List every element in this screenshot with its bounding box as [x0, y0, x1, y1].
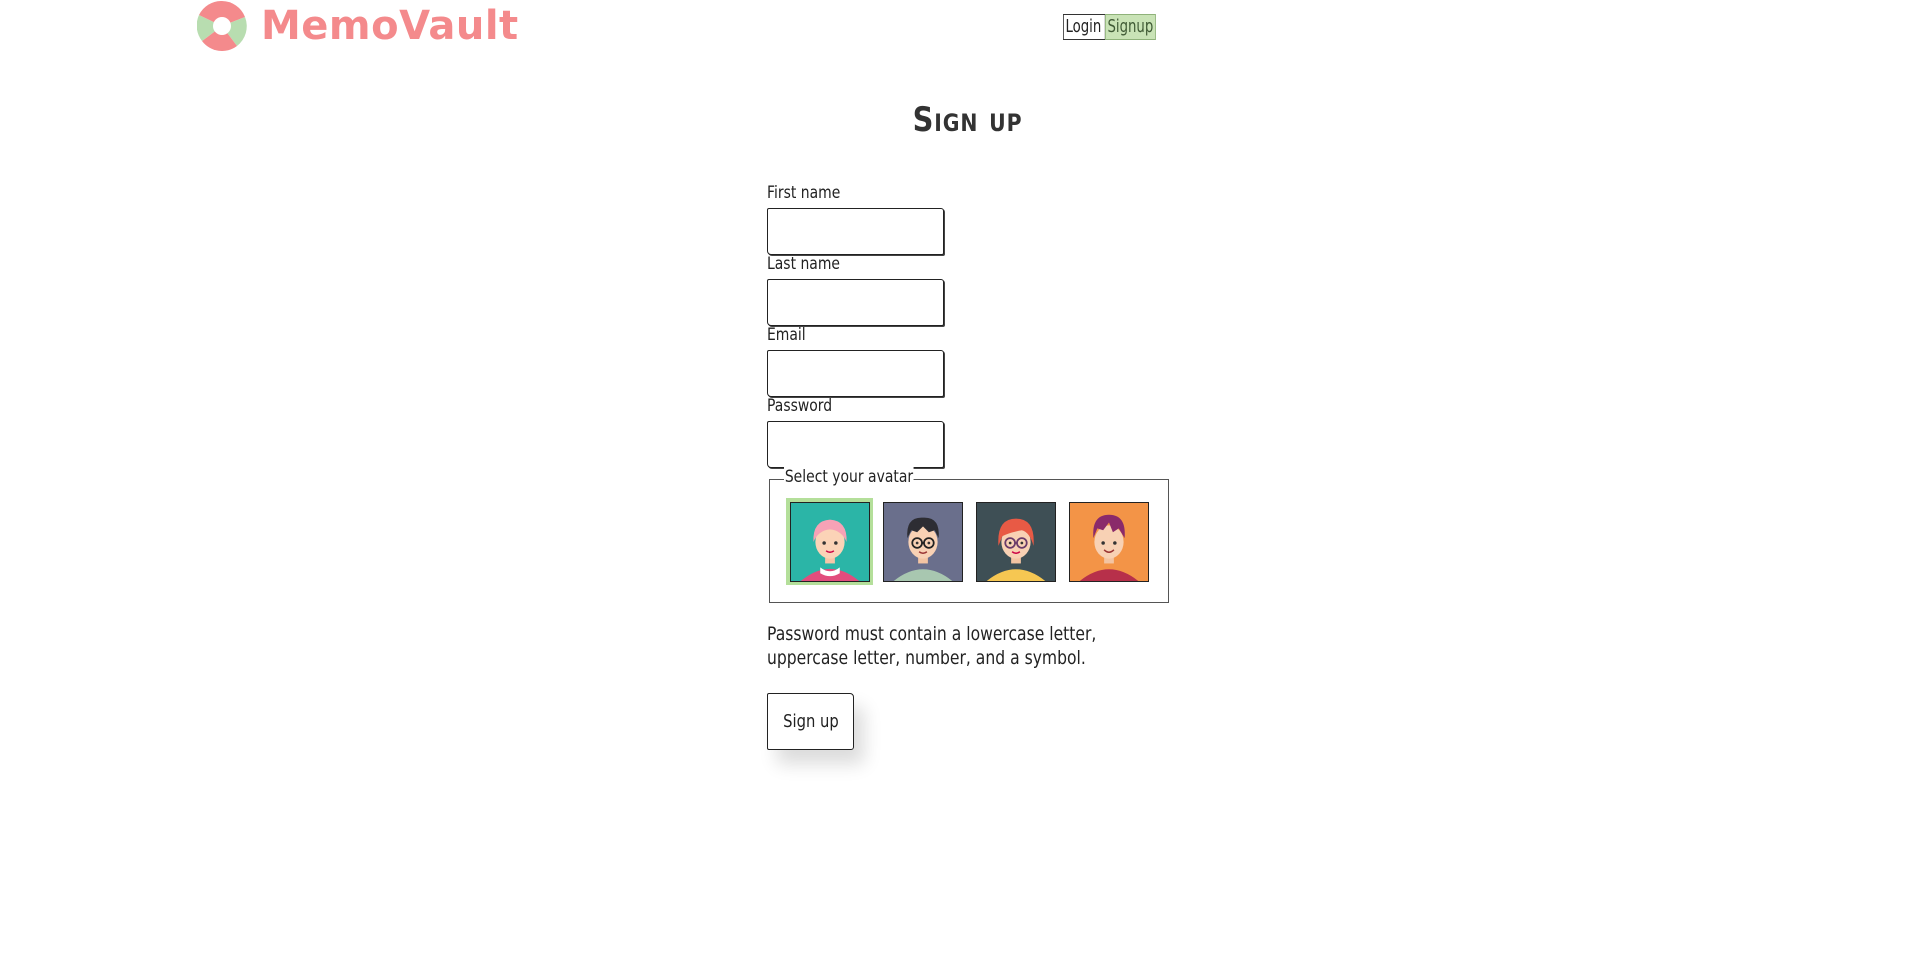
avatar-purple-hair-boy-icon: [1068, 501, 1149, 582]
password-label: Password: [767, 396, 833, 416]
page-title: Sign up: [912, 100, 1023, 140]
auth-nav: Login Signup: [1063, 14, 1167, 40]
avatar-pink-hair-girl-icon: [789, 501, 870, 582]
email-field: Email: [767, 324, 1177, 397]
avatar-options: [786, 498, 1152, 585]
memovault-logo-icon: [197, 1, 247, 51]
login-link[interactable]: Login: [1063, 14, 1106, 40]
last-name-field: Last name: [767, 253, 1177, 326]
password-field: Password: [767, 395, 1177, 468]
app-name: MemoVault: [261, 3, 519, 49]
first-name-label: First name: [767, 183, 841, 203]
email-input[interactable]: [767, 350, 944, 397]
last-name-label: Last name: [767, 254, 841, 274]
avatar-red-hair-glasses-girl-icon: [975, 501, 1056, 582]
logo[interactable]: MemoVault: [197, 0, 519, 52]
avatar-glasses-boy-icon: [882, 501, 963, 582]
signup-form: First name Last name Email Password Sele…: [767, 182, 1177, 750]
site-header: MemoVault Login Signup: [0, 0, 1916, 60]
signup-submit-label: Sign up: [782, 711, 839, 732]
first-name-field: First name: [767, 182, 1177, 255]
last-name-input[interactable]: [767, 279, 944, 326]
avatar-option-2[interactable]: [879, 498, 966, 585]
password-input[interactable]: [767, 421, 944, 468]
signup-submit-button[interactable]: Sign up: [767, 693, 854, 750]
password-hint: Password must contain a lowercase letter…: [767, 623, 1097, 669]
first-name-input[interactable]: [767, 208, 944, 255]
avatar-option-4[interactable]: [1065, 498, 1152, 585]
avatar-option-3[interactable]: [972, 498, 1059, 585]
email-label: Email: [767, 325, 806, 345]
avatar-picker: Select your avatar: [769, 466, 1169, 603]
signup-link[interactable]: Signup: [1105, 14, 1156, 40]
avatar-option-1[interactable]: [786, 498, 873, 585]
avatar-legend: Select your avatar: [784, 466, 914, 488]
